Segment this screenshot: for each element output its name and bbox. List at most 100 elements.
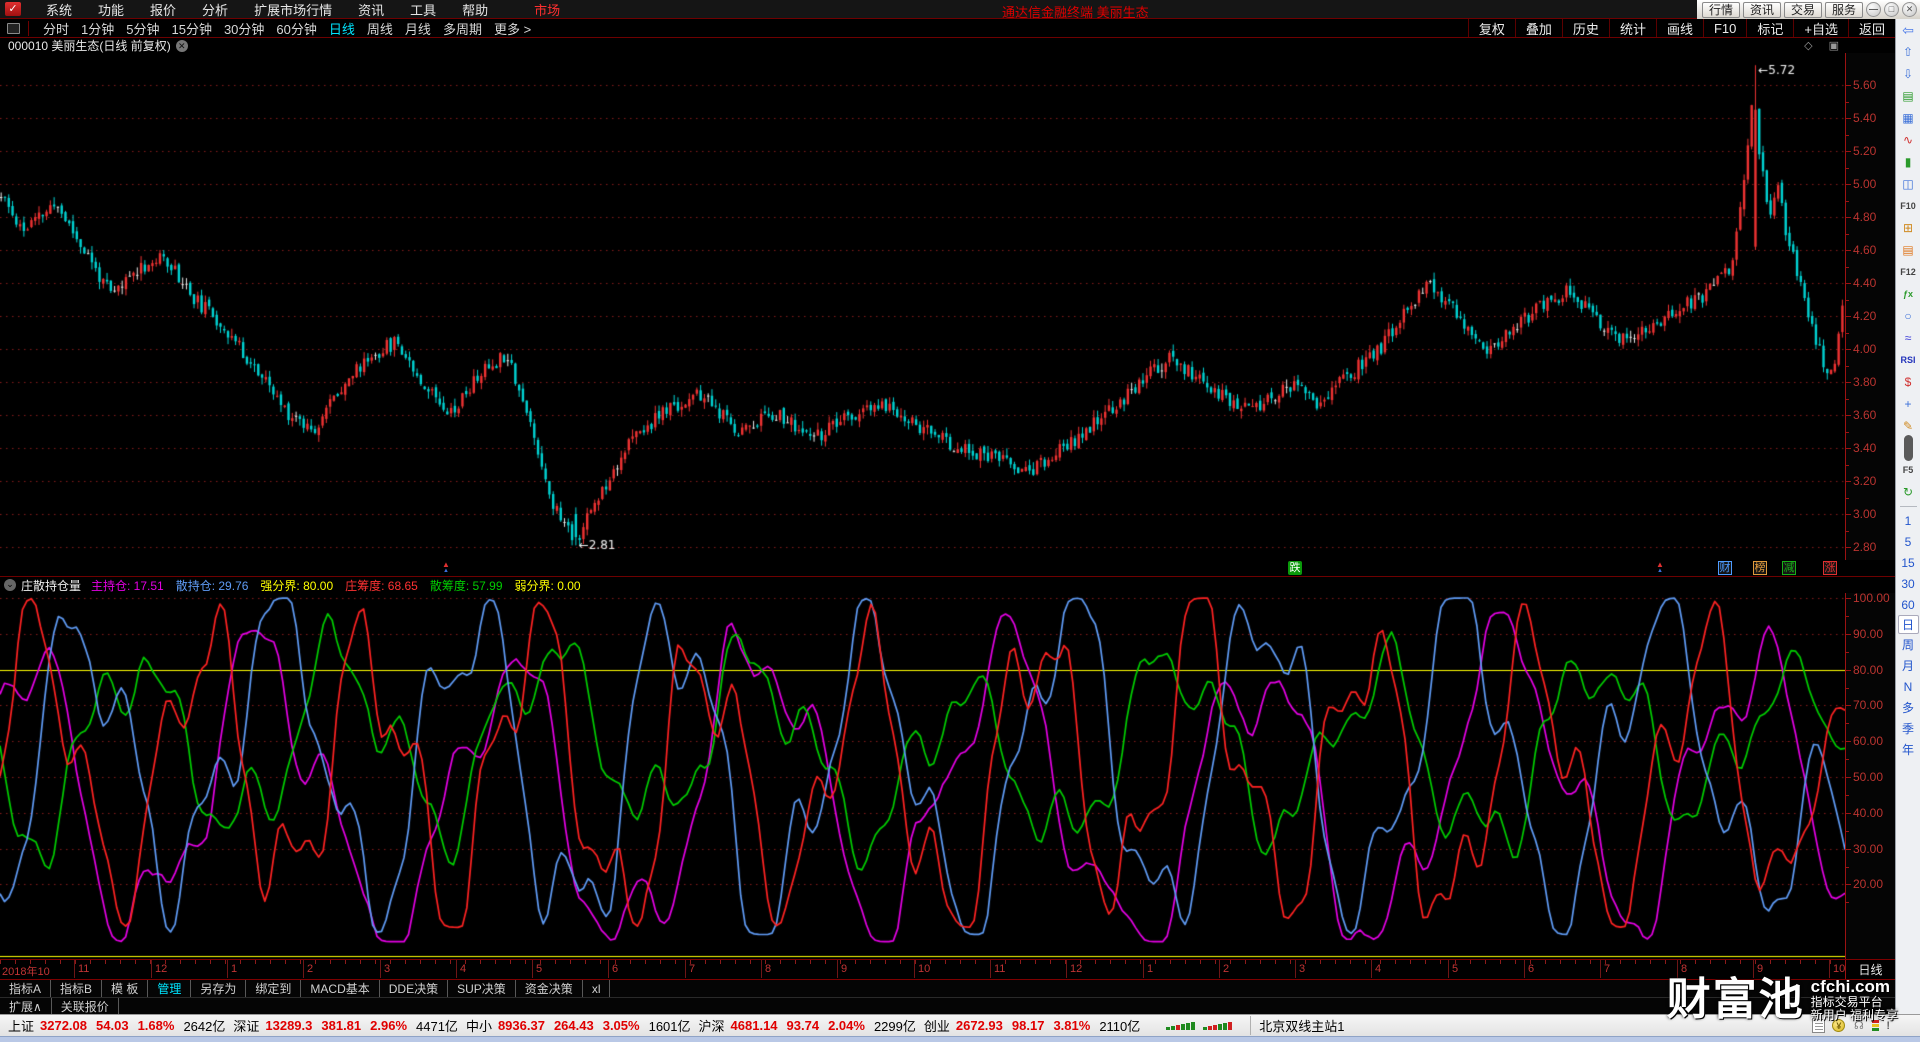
quick-button[interactable]: 交易 <box>1783 1 1822 18</box>
quick-button[interactable]: 资讯 <box>1742 1 1781 18</box>
indicator-tab[interactable]: DDE决策 <box>380 980 449 997</box>
close-button[interactable]: ✕ <box>1902 2 1917 17</box>
collapse-indicator-icon[interactable]: ⌄ <box>4 579 16 591</box>
period-tab[interactable]: 月线 <box>399 19 437 38</box>
block-tree-icon[interactable]: ⊞ <box>1896 217 1920 239</box>
layout-icon[interactable] <box>7 22 20 34</box>
alert-icon[interactable]: ! <box>1886 1020 1890 1032</box>
sidebar-period-周[interactable]: 周 <box>1896 634 1920 655</box>
toolbar-button[interactable]: 画线 <box>1655 19 1703 37</box>
indicator-tab[interactable]: MACD基本 <box>301 980 380 997</box>
chart-corner-icon-0[interactable]: ◇ <box>1804 39 1812 52</box>
coin-icon[interactable]: ¥ <box>1832 1019 1846 1032</box>
toolbar-button[interactable]: 标记 <box>1746 19 1793 37</box>
refresh-icon[interactable]: ↻ <box>1896 481 1920 503</box>
indicator-tab[interactable]: 资金决策 <box>516 980 583 997</box>
period-tab[interactable]: 1分钟 <box>75 19 120 38</box>
period-tab[interactable]: 60分钟 <box>270 19 322 38</box>
indicator-pane[interactable]: 100.00 90.00 80.00 70.00 60.00 50.00 40.00 30.0… <box>0 592 1895 959</box>
clipboard-icon[interactable]: ▤ <box>1896 239 1920 261</box>
indicator-tab[interactable]: xl <box>583 980 611 997</box>
period-tab[interactable]: 5分钟 <box>120 19 165 38</box>
sidebar-period-30[interactable]: 30 <box>1896 573 1920 594</box>
menu-item[interactable]: 功能 <box>85 0 137 19</box>
sidebar-period-5[interactable]: 5 <box>1896 531 1920 552</box>
sidebar-period-多[interactable]: 多 <box>1896 697 1920 718</box>
sidebar-period-日[interactable]: 日 <box>1897 615 1919 634</box>
index-quote-group[interactable]: 沪深 4681.14 93.74 2.04% 2299亿 <box>699 1016 916 1035</box>
extension-tab[interactable]: 扩展∧ <box>0 998 52 1014</box>
sidebar-scrollbar-thumb[interactable] <box>1896 435 1920 461</box>
price-chart-pane[interactable]: 5.60 5.40 5.20 5.00 4.80 4.60 4.40 4.20 4.00 3.80… <box>0 53 1895 565</box>
quick-button[interactable]: 行情 <box>1701 1 1740 18</box>
message-list-icon[interactable] <box>1812 1018 1826 1033</box>
extension-tab[interactable]: 关联报价 <box>52 998 119 1014</box>
back-arrow-icon[interactable]: ⇦ <box>1896 19 1920 41</box>
index-quote-group[interactable]: 创业 2672.93 98.17 3.81% 2110亿 <box>924 1016 1140 1035</box>
page-down-icon[interactable]: ⇩ <box>1896 63 1920 85</box>
period-tab[interactable]: 分时 <box>37 19 75 38</box>
chart-corner-icon-1[interactable]: ▣ <box>1829 39 1839 52</box>
quote-grid-icon[interactable]: ▦ <box>1896 107 1920 129</box>
sidebar-period-季[interactable]: 季 <box>1896 718 1920 739</box>
toolbar-button[interactable]: 叠加 <box>1514 19 1562 37</box>
sidebar-period-1[interactable]: 1 <box>1896 510 1920 531</box>
traffic-light-icon[interactable] <box>1872 1020 1880 1031</box>
menu-item[interactable]: 资讯 <box>345 0 397 19</box>
toolbar-button[interactable]: 复权 <box>1467 19 1515 37</box>
money-flow-icon[interactable]: $ <box>1896 371 1920 393</box>
formula-icon[interactable]: ƒx <box>1896 283 1920 305</box>
sidebar-period-60[interactable]: 60 <box>1896 594 1920 615</box>
menu-item[interactable]: 系统 <box>33 0 85 19</box>
f5-refresh-icon[interactable]: F5 <box>1896 459 1920 481</box>
f12-trade-icon[interactable]: F12 <box>1896 261 1920 283</box>
indicator-tab[interactable]: 另存为 <box>191 980 247 997</box>
indicator-tab[interactable]: 模 板 <box>102 980 149 997</box>
index-quote-group[interactable]: 深证 13289.3 381.81 2.96% 4471亿 <box>233 1016 458 1035</box>
wave-tool-icon[interactable]: ≈ <box>1896 327 1920 349</box>
toolbar-button[interactable]: F10 <box>1702 19 1746 37</box>
toolbar-button[interactable]: +自选 <box>1793 19 1848 37</box>
toolbar-button[interactable]: 历史 <box>1561 19 1609 37</box>
kline-view-icon[interactable]: ▮ <box>1896 151 1920 173</box>
page-up-icon[interactable]: ⇧ <box>1896 41 1920 63</box>
menu-item[interactable]: 工具 <box>397 0 449 19</box>
scrollbar-thumb[interactable] <box>1903 435 1913 461</box>
menu-item[interactable]: 报价 <box>137 0 189 19</box>
indicator-tab[interactable]: 管理 <box>148 980 192 997</box>
candlestick-canvas[interactable] <box>0 53 1845 560</box>
quick-button[interactable]: 服务 <box>1824 1 1863 18</box>
period-tab[interactable]: 日线 <box>323 19 361 38</box>
rsi-icon[interactable]: RSI <box>1896 349 1920 371</box>
restore-button[interactable]: □ <box>1884 2 1899 17</box>
period-tab[interactable]: 30分钟 <box>218 19 270 38</box>
index-quote-group[interactable]: 中小 8936.37 264.43 3.05% 1601亿 <box>466 1016 691 1035</box>
period-tab[interactable]: 周线 <box>361 19 399 38</box>
report-view-icon[interactable]: ▤ <box>1896 85 1920 107</box>
indicator-tab[interactable]: 指标B <box>51 980 103 997</box>
indicator-tab[interactable]: SUP决策 <box>448 980 516 997</box>
close-chart-icon[interactable]: ✕ <box>175 39 188 52</box>
minimize-button[interactable]: — <box>1866 2 1881 17</box>
indicator-tab[interactable]: 指标A <box>0 980 52 997</box>
menu-item[interactable]: 扩展市场行情 <box>241 0 345 19</box>
pencil-icon[interactable]: ✎ <box>1896 415 1920 437</box>
period-tab[interactable]: 15分钟 <box>165 19 217 38</box>
index-quote-group[interactable]: 上证 3272.08 54.03 1.68% 2642亿 <box>8 1016 225 1035</box>
multi-pane-icon[interactable]: ◫ <box>1896 173 1920 195</box>
trend-line-icon[interactable]: ∿ <box>1896 129 1920 151</box>
sidebar-period-年[interactable]: 年 <box>1896 739 1920 760</box>
move-tool-icon[interactable]: + <box>1896 393 1920 415</box>
menu-item[interactable]: 帮助 <box>449 0 501 19</box>
toolbar-button[interactable]: 统计 <box>1608 19 1656 37</box>
menu-item-market[interactable]: 市场 <box>521 0 573 19</box>
sidebar-period-月[interactable]: 月 <box>1896 655 1920 676</box>
toolbar-button[interactable]: 返回 <box>1847 19 1895 37</box>
indicator-canvas[interactable] <box>0 593 1845 959</box>
period-tab[interactable]: 多周期 <box>437 19 488 38</box>
satellite-icon[interactable]: ☊ <box>1852 1020 1865 1032</box>
period-tab[interactable]: 更多 > <box>488 19 537 38</box>
menu-item[interactable]: 分析 <box>189 0 241 19</box>
indicator-tab[interactable]: 绑定到 <box>246 980 302 997</box>
circle-tool-icon[interactable]: ○ <box>1896 305 1920 327</box>
